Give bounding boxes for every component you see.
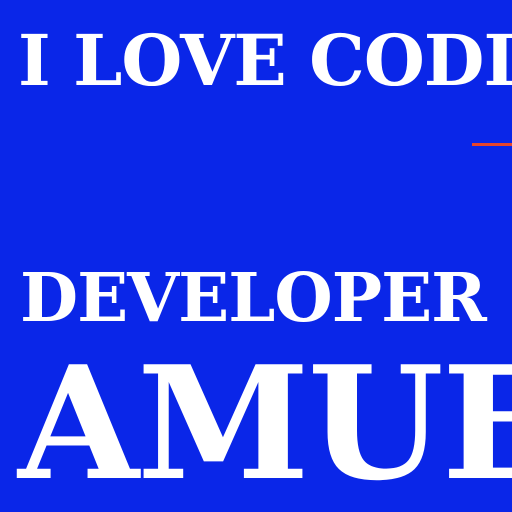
role-label: DEVELOPER	[20, 258, 487, 337]
accent-rule	[472, 143, 512, 146]
name-label: AMUE	[18, 332, 512, 512]
banner-canvas: I LOVE CODIN DEVELOPER AMUE	[0, 0, 512, 512]
headline-i-love-coding: I LOVE CODIN	[18, 19, 512, 102]
